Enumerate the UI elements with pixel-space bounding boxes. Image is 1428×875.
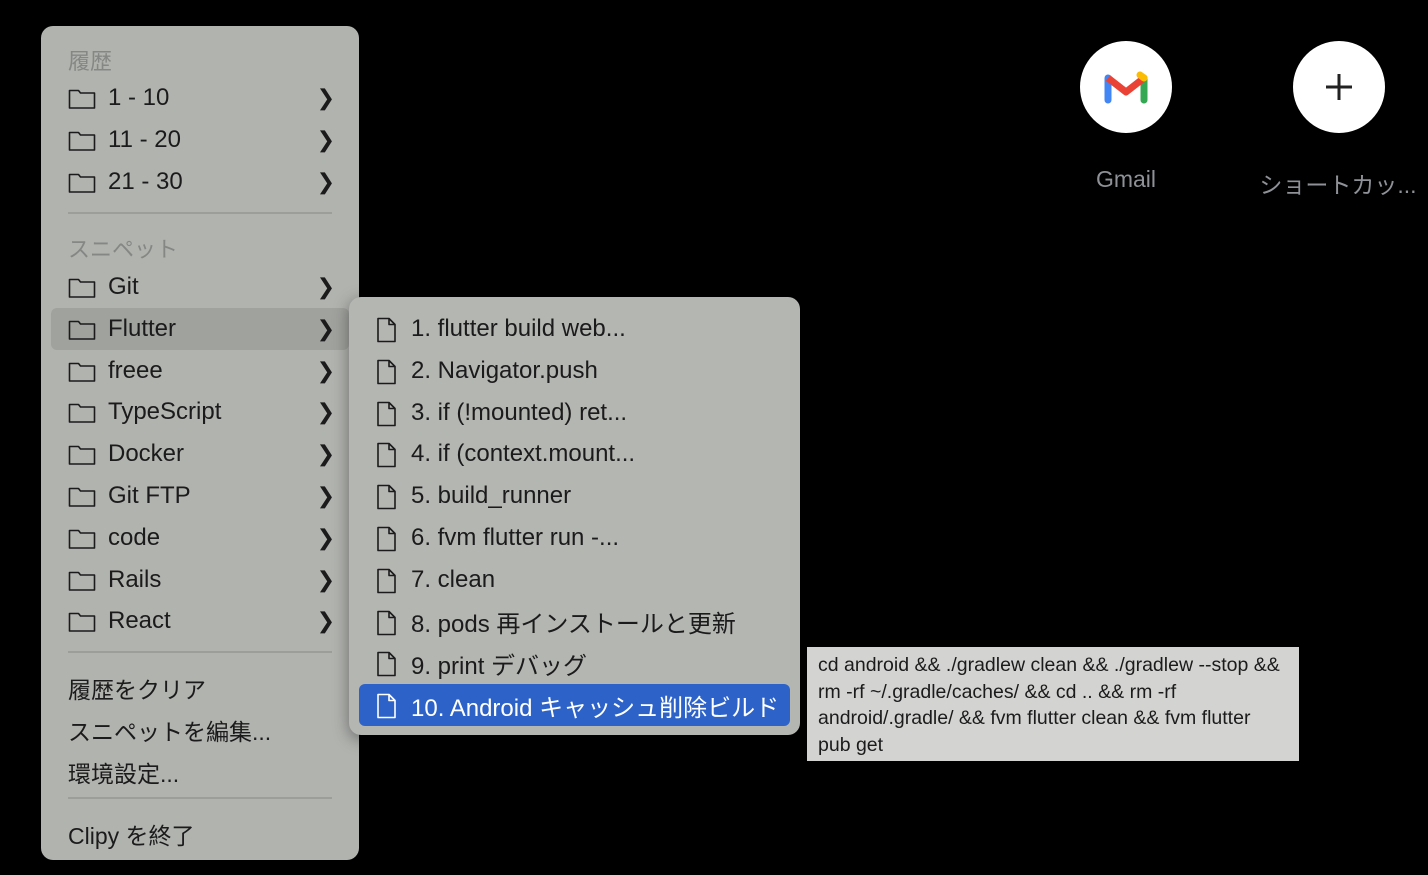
snippet-tooltip: cd android && ./gradlew clean && ./gradl… (807, 647, 1299, 761)
folder-icon (68, 568, 96, 592)
document-icon (375, 484, 399, 510)
chevron-right-icon: ❯ (316, 169, 335, 194)
snippet-item[interactable]: 6. fvm flutter run -... (359, 517, 790, 559)
folder-icon (68, 359, 96, 383)
add-shortcut-button[interactable] (1293, 41, 1385, 133)
chevron-right-icon: ❯ (316, 315, 335, 341)
snippet-item[interactable]: 8. pods 再インストールと更新 (359, 601, 790, 643)
clear-history-item[interactable]: 履歴をクリア (68, 671, 206, 705)
snippet-item[interactable]: 1. flutter build web... (359, 308, 790, 350)
menu-item-label: Rails (108, 565, 162, 593)
snippet-item[interactable]: 4. if (context.mount... (359, 433, 790, 475)
folder-icon (68, 609, 96, 633)
folder-icon (68, 170, 96, 194)
snippet-label: 5. build_runner (411, 482, 572, 510)
chevron-right-icon: ❯ (316, 127, 335, 152)
chevron-right-icon: ❯ (316, 608, 335, 634)
history-folder-item[interactable]: 1 - 10 ❯ (51, 77, 349, 119)
snippet-label: 9. print デバッグ (411, 652, 588, 680)
snippet-item[interactable]: 3. if (!mounted) ret... (359, 392, 790, 434)
folder-icon (68, 442, 96, 466)
menu-item-label: Flutter (108, 314, 177, 342)
edit-snippets-item[interactable]: スニペットを編集... (68, 713, 271, 747)
menu-item-label: code (108, 523, 161, 551)
snippet-label: 10. Android キャッシュ削除ビルド (411, 694, 780, 722)
menu-item-label: 11 - 20 (108, 126, 181, 153)
folder-icon (68, 86, 96, 110)
separator (68, 651, 332, 653)
snippet-item[interactable]: 2. Navigator.push (359, 350, 790, 392)
snippet-folder-rails[interactable]: Rails ❯ (51, 559, 349, 601)
snippet-label: 1. flutter build web... (411, 315, 626, 342)
chevron-right-icon: ❯ (316, 483, 335, 508)
snippet-label: 7. clean (411, 565, 496, 593)
folder-icon (68, 526, 96, 550)
menu-item-label: 21 - 30 (108, 168, 183, 195)
chevron-right-icon: ❯ (316, 357, 335, 383)
chevron-right-icon: ❯ (316, 566, 335, 592)
gmail-label: Gmail (1095, 166, 1157, 192)
history-heading: 履歴 (68, 49, 113, 74)
document-icon (375, 651, 399, 677)
menu-item-label: TypeScript (108, 398, 222, 426)
history-folder-item[interactable]: 21 - 30 ❯ (51, 161, 349, 203)
snippet-label: 3. if (!mounted) ret... (411, 398, 628, 426)
snippet-folder-flutter[interactable]: Flutter ❯ (51, 307, 349, 350)
folder-icon (68, 128, 96, 152)
snippet-item[interactable]: 9. print デバッグ (359, 642, 790, 684)
snippet-item[interactable]: 7. clean (359, 559, 790, 601)
gmail-icon (1104, 71, 1148, 104)
document-icon (375, 610, 399, 635)
history-folder-item[interactable]: 11 - 20 ❯ (51, 119, 349, 161)
menu-item-label: Docker (108, 440, 185, 468)
snippet-folder-docker[interactable]: Docker ❯ (51, 433, 349, 475)
folder-icon (68, 317, 96, 341)
snippet-folder-freee[interactable]: freee ❯ (51, 350, 349, 392)
separator (68, 212, 332, 214)
document-icon (375, 401, 399, 426)
document-icon (375, 693, 399, 719)
chevron-right-icon: ❯ (316, 399, 335, 425)
document-icon (375, 526, 399, 552)
snippet-item[interactable]: 10. Android キャッシュ削除ビルド (359, 684, 790, 727)
menu-item-label: Git FTP (108, 482, 191, 509)
folder-icon (68, 275, 96, 299)
preferences-item[interactable]: 環境設定... (68, 755, 179, 789)
snippet-folder-react[interactable]: React ❯ (51, 600, 349, 642)
snippet-folder-git[interactable]: Git ❯ (51, 266, 349, 308)
plus-icon (1326, 74, 1352, 100)
snippet-label: 8. pods 再インストールと更新 (411, 611, 736, 639)
snippet-folder-typescript[interactable]: TypeScript ❯ (51, 391, 349, 433)
snippet-item[interactable]: 5. build_runner (359, 475, 790, 517)
document-icon (375, 317, 399, 343)
chevron-right-icon: ❯ (316, 441, 335, 467)
chevron-right-icon: ❯ (316, 274, 335, 299)
document-icon (375, 359, 399, 385)
snippet-label: 6. fvm flutter run -... (411, 524, 620, 551)
document-icon (375, 568, 399, 594)
document-icon (375, 442, 399, 468)
snippet-label: 2. Navigator.push (411, 356, 598, 384)
clipy-menu: 履歴 スニペット 履歴をクリア スニペットを編集... 環境設定... Clip… (41, 26, 359, 860)
gmail-shortcut[interactable] (1080, 41, 1172, 133)
snippets-heading: スニペット (68, 237, 179, 262)
chevron-right-icon: ❯ (316, 524, 335, 550)
folder-icon (68, 484, 96, 508)
flutter-submenu: 1. flutter build web... 2. Navigator.push… (349, 297, 800, 735)
separator (68, 797, 332, 799)
folder-icon (68, 400, 96, 424)
menu-item-label: freee (108, 356, 163, 384)
menu-item-label: React (108, 607, 171, 635)
menu-item-label: 1 - 10 (108, 84, 170, 111)
quit-item[interactable]: Clipy を終了 (68, 817, 195, 851)
menu-item-label: Git (108, 273, 139, 300)
snippet-folder-code[interactable]: code ❯ (51, 517, 349, 559)
add-shortcut-label: ショートカッ... (1259, 172, 1417, 198)
snippet-folder-git-ftp[interactable]: Git FTP ❯ (51, 475, 349, 517)
snippet-label: 4. if (context.mount... (411, 440, 636, 468)
chevron-right-icon: ❯ (316, 85, 335, 110)
